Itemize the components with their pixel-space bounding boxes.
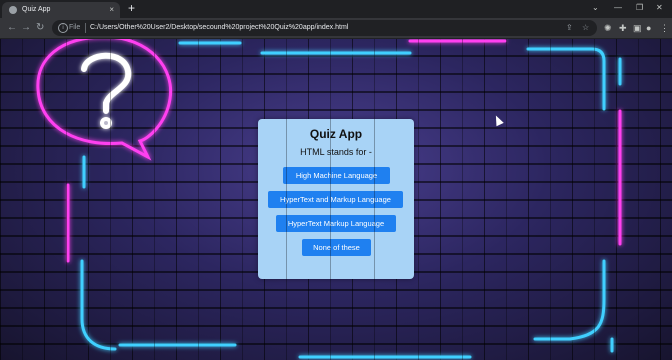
quiz-title: Quiz App — [309, 127, 363, 141]
star-icon[interactable]: ☆ — [582, 23, 589, 33]
chevron-down-icon[interactable]: ⌄ — [592, 2, 599, 14]
forward-icon[interactable]: → — [21, 22, 31, 34]
address-bar[interactable]: i File C:/Users/Other%20User2/Desktop/se… — [52, 20, 597, 36]
page-viewport: Quiz App HTML stands for - High Machine … — [0, 39, 672, 360]
question-bubble-icon — [36, 39, 173, 161]
minimize-icon[interactable]: — — [614, 2, 622, 14]
globe-icon — [9, 6, 17, 14]
new-tab-button[interactable]: + — [128, 1, 135, 15]
close-icon[interactable]: ✕ — [656, 2, 663, 14]
info-icon[interactable]: i — [58, 23, 68, 33]
neon-background — [36, 39, 622, 359]
puzzle-icon[interactable]: ✚ — [619, 22, 627, 34]
sidebar-icon[interactable]: ▣ — [633, 22, 642, 34]
tab-quiz-app[interactable]: Quiz App × — [2, 2, 120, 18]
browser-toolbar: ← → ↻ i File C:/Users/Other%20User2/Desk… — [0, 18, 672, 39]
back-icon[interactable]: ← — [7, 22, 17, 34]
tab-close-icon[interactable]: × — [109, 5, 114, 15]
tab-strip: Quiz App × + ⌄ — ❐ ✕ — [0, 0, 672, 18]
share-icon[interactable]: ⇪ — [566, 23, 573, 33]
option-button-1[interactable]: High Machine Language — [283, 167, 390, 184]
address-divider — [85, 23, 86, 33]
reload-icon[interactable]: ↻ — [36, 22, 44, 34]
extension-icon[interactable]: ✺ — [604, 22, 612, 34]
profile-icon[interactable]: ● — [646, 22, 651, 34]
mouse-cursor-icon — [492, 113, 504, 127]
option-button-2[interactable]: HyperText and Markup Language — [268, 191, 403, 208]
quiz-question: HTML stands for - — [300, 147, 372, 157]
scheme-label: File — [69, 24, 81, 31]
menu-icon[interactable]: ⋮ — [660, 22, 669, 34]
quiz-card: Quiz App HTML stands for - High Machine … — [258, 119, 414, 279]
option-button-3[interactable]: HyperText Markup Language — [276, 215, 396, 232]
tab-title: Quiz App — [22, 6, 51, 13]
option-button-4[interactable]: None of these — [302, 239, 371, 256]
url-text[interactable]: C:/Users/Other%20User2/Desktop/secound%2… — [90, 23, 348, 33]
restore-icon[interactable]: ❐ — [636, 2, 643, 14]
